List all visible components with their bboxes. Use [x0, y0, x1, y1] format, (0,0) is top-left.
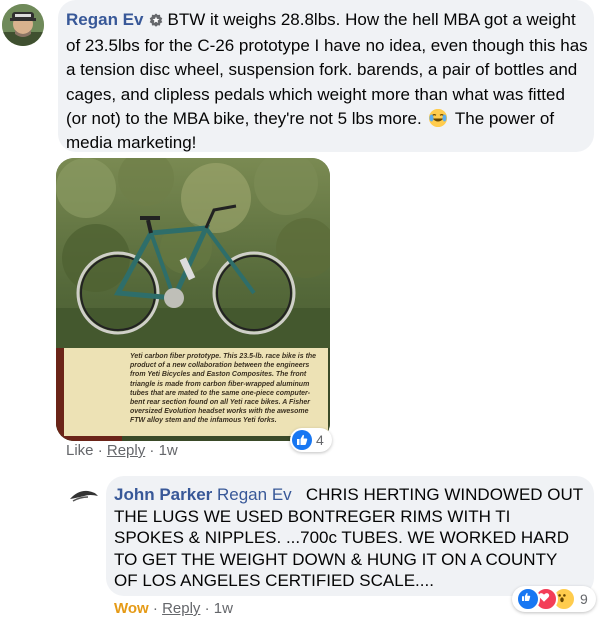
reply-author[interactable]: John Parker [114, 485, 212, 504]
reply-text: John Parker Regan Ev CHRIS HERTING WINDO… [114, 484, 584, 592]
separator: · [152, 600, 158, 617]
reply-time[interactable]: 1w [214, 600, 233, 617]
mention-link[interactable]: Regan Ev [217, 485, 292, 504]
reply-button[interactable]: Reply [162, 600, 200, 617]
separator: · [204, 600, 210, 617]
like-button[interactable]: Like [66, 442, 94, 459]
like-reaction-icon [292, 430, 312, 450]
avatar-regan-ev[interactable] [2, 4, 44, 46]
wow-button[interactable]: Wow [114, 600, 149, 617]
photo-caption: Yeti carbon fiber prototype. This 23.5-l… [130, 353, 317, 425]
reaction-count: 4 [316, 432, 324, 448]
like-reaction-icon [516, 587, 540, 611]
laughing-emoji-icon [429, 108, 448, 127]
reaction-summary[interactable]: 4 [290, 428, 332, 452]
separator: · [97, 442, 103, 459]
reaction-summary[interactable]: 9 [512, 586, 596, 612]
separator: · [149, 442, 155, 459]
reply-actions: Wow · Reply · 1w [114, 600, 233, 617]
comment-text: Regan Ev BTW it weighs 28.8lbs. How the h… [66, 8, 588, 155]
reply-button[interactable]: Reply [107, 442, 145, 459]
comment-time[interactable]: 1w [159, 442, 178, 459]
top-fan-badge-icon [149, 10, 163, 34]
avatar-john-parker[interactable] [66, 480, 100, 514]
comment-author[interactable]: Regan Ev [66, 10, 143, 29]
reaction-count: 9 [580, 591, 588, 607]
comment-actions: Like · Reply · 1w [66, 442, 178, 459]
